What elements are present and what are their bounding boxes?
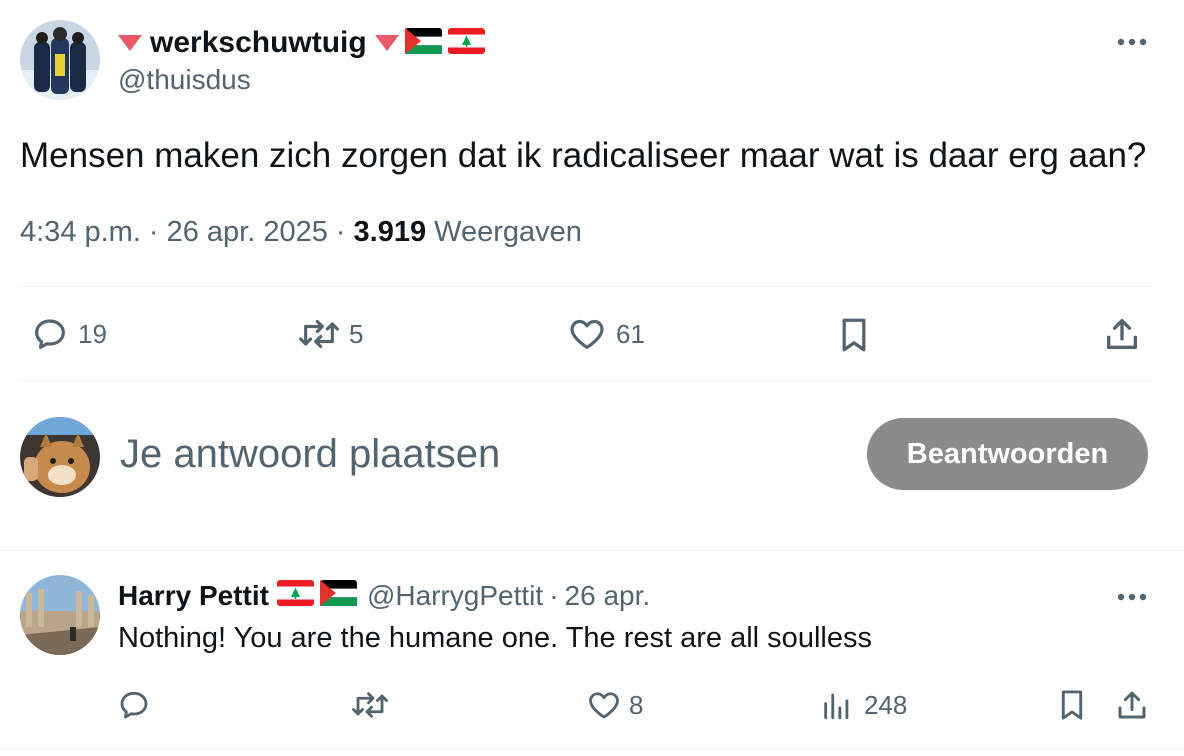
author-handle[interactable]: @thuisdus (118, 64, 251, 96)
share-upload-icon[interactable] (1114, 687, 1150, 723)
tweet-meta: 4:34 p.m. · 26 apr. 2025 · 3.919 Weergav… (20, 216, 582, 249)
divider (20, 380, 1152, 381)
meta-separator: · (335, 216, 346, 248)
divider (20, 286, 1152, 287)
retweet-action[interactable]: 5 (297, 314, 363, 354)
reply-text: Nothing! You are the humane one. The res… (118, 622, 872, 654)
retweet-arrows-icon (297, 314, 341, 354)
reply-submit-button[interactable]: Beantwoorden (867, 418, 1148, 490)
retweet-arrows-icon[interactable] (350, 687, 390, 723)
heart-icon (585, 687, 623, 723)
heart-icon (566, 314, 608, 354)
reply-compose-input[interactable]: Je antwoord plaatsen (120, 432, 500, 477)
reply-views-count: 248 (864, 689, 908, 720)
author-display-name: werkschuwtuig (150, 26, 367, 59)
share-upload-icon[interactable] (1102, 314, 1142, 354)
meta-separator: · (549, 580, 559, 611)
author-name-row[interactable]: werkschuwtuig (118, 26, 485, 60)
reply-action[interactable]: 19 (30, 314, 107, 354)
tweet-time[interactable]: 4:34 p.m. (20, 216, 141, 249)
bar-chart-icon (820, 687, 854, 723)
like-count: 61 (616, 318, 645, 349)
divider (0, 550, 1184, 551)
reply-count: 19 (78, 318, 107, 349)
reply-author-avatar[interactable] (20, 575, 100, 655)
retweet-count: 5 (349, 318, 364, 349)
red-triangle-emoji (374, 35, 399, 51)
speech-bubble-icon (30, 314, 70, 354)
reply-like-action[interactable]: 8 (585, 687, 643, 723)
more-horizontal-icon[interactable] (1116, 34, 1148, 50)
reply-author-name[interactable]: Harry Pettit (118, 580, 269, 612)
palestine-flag-icon (319, 579, 357, 613)
bookmark-icon[interactable] (1056, 687, 1088, 723)
tweet-date[interactable]: 26 apr. 2025 (167, 216, 328, 249)
red-triangle-emoji (118, 35, 142, 51)
author-avatar[interactable] (20, 20, 100, 100)
reply-header: Harry Pettit @HarrygPettit · 26 apr. (118, 578, 650, 614)
reply-author-handle[interactable]: @HarrygPettit (367, 580, 543, 612)
views-count[interactable]: 3.919 (354, 216, 427, 249)
like-action[interactable]: 61 (566, 314, 645, 354)
bookmark-icon[interactable] (836, 315, 872, 355)
reply-like-count: 8 (629, 689, 644, 720)
palestine-flag-icon (404, 27, 442, 59)
speech-bubble-icon[interactable] (116, 687, 152, 723)
reply-views-action[interactable]: 248 (820, 687, 907, 723)
tweet-text: Mensen maken zich zorgen dat ik radicali… (20, 136, 1147, 175)
divider (0, 748, 1184, 749)
more-horizontal-icon[interactable] (1116, 589, 1148, 605)
current-user-avatar[interactable] (20, 417, 100, 497)
reply-date[interactable]: 26 apr. (565, 580, 651, 612)
lebanon-flag-icon (276, 579, 314, 613)
views-label[interactable]: Weergaven (434, 216, 582, 249)
meta-separator: · (148, 216, 159, 248)
lebanon-flag-icon (447, 27, 485, 59)
